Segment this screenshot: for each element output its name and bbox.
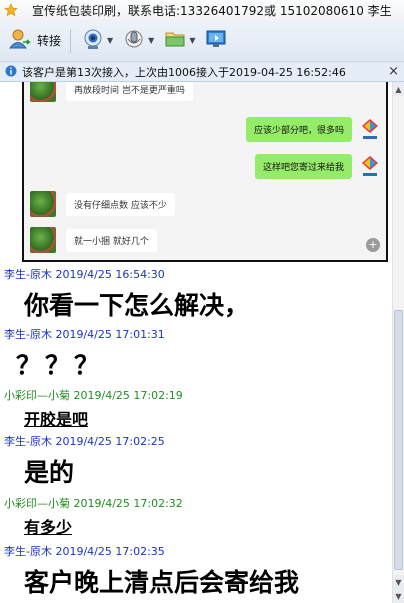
avatar	[30, 82, 56, 102]
message-bubble: 就一小捆 就好几个	[66, 228, 157, 252]
message-text: 你看一下怎么解决，	[24, 291, 250, 320]
embedded-message: 没有仔细点数 应该不少	[30, 191, 175, 217]
screen-share-button[interactable]	[202, 27, 230, 55]
message-time: 2019/4/25 17:02:25	[55, 435, 165, 448]
star-icon	[4, 3, 18, 17]
chat-message: 李生-原木 2019/4/25 16:54:30 你看一下怎么解决，	[0, 266, 392, 322]
transfer-label: 转接	[37, 34, 62, 48]
message-bubble: 没有仔细点数 应该不少	[66, 192, 175, 216]
scroll-down-icon[interactable]: ▼	[393, 575, 404, 589]
chat-message: 李生-原木 2019/4/25 17:02:35 客户晚上清点后会寄给我	[0, 543, 392, 599]
embedded-message: 就一小捆 就好几个	[30, 227, 157, 253]
message-time: 2019/4/25 17:01:31	[55, 328, 165, 341]
scroll-thumb[interactable]	[394, 310, 403, 570]
message-bubble: 这样吧您寄过来给我	[254, 153, 352, 179]
message-time: 2019/4/25 17:02:19	[73, 389, 183, 402]
message-text: 开胶是吧	[24, 410, 89, 429]
message-time: 2019/4/25 17:02:35	[55, 545, 165, 558]
zoom-icon[interactable]: +	[366, 238, 380, 252]
window-title: 宣传纸包装印刷，联系电话:13326401792或 15102080610 李生	[32, 3, 392, 18]
avatar	[30, 191, 56, 217]
sender-name: 李生-原木	[4, 435, 52, 448]
chevron-down-icon[interactable]: ▼	[148, 36, 154, 45]
chat-scrollbar[interactable]: ▲ ▼ ▼	[392, 82, 404, 603]
sender-name: 李生-原木	[4, 545, 52, 558]
sender-name: 小彩印—小菊	[4, 389, 70, 402]
chat-message: 小彩印—小菊 2019/4/25 17:02:19 开胶是吧	[0, 387, 392, 430]
message-header: 李生-原木 2019/4/25 17:02:25	[0, 433, 392, 449]
embedded-message: 再放段时间 岂不是更严重吗	[30, 82, 193, 102]
audio-button[interactable]: ▼	[120, 27, 161, 55]
message-header: 李生-原木 2019/4/25 17:01:31	[0, 326, 392, 342]
embedded-message: 这样吧您寄过来给我	[254, 153, 382, 179]
chat-message: 李生-原木 2019/4/25 17:01:31 ？？？	[0, 326, 392, 382]
avatar	[30, 227, 56, 253]
chat-message: 李生-原木 2019/4/25 17:02:25 是的	[0, 433, 392, 489]
message-time: 2019/4/25 16:54:30	[55, 268, 165, 281]
toolbar-separator	[70, 28, 72, 53]
close-icon[interactable]: ×	[388, 64, 399, 79]
logo-icon	[358, 116, 382, 142]
embedded-message: 应该少部分吧，很多吗	[245, 116, 382, 142]
screen-icon	[205, 28, 227, 54]
message-text: ？？？	[16, 351, 104, 380]
chevron-down-icon[interactable]: ▼	[107, 36, 113, 45]
file-button[interactable]: ▼	[161, 27, 202, 55]
webcam-icon	[82, 28, 104, 54]
info-text: 该客户是第13次接入，上次由1006接入于2019-04-25 16:52:46	[22, 65, 346, 79]
video-button[interactable]: ▼	[79, 27, 120, 55]
message-text: 有多少	[24, 518, 73, 537]
message-header: 李生-原木 2019/4/25 16:54:30	[0, 266, 392, 282]
customer-info-bar: 该客户是第13次接入，上次由1006接入于2019-04-25 16:52:46…	[0, 62, 404, 82]
sender-name: 李生-原木	[4, 268, 52, 281]
chevron-down-icon[interactable]: ▼	[189, 36, 195, 45]
microphone-icon	[123, 28, 145, 54]
message-bubble: 应该少部分吧，很多吗	[245, 116, 352, 142]
message-text: 是的	[24, 458, 75, 487]
logo-icon	[358, 153, 382, 179]
info-icon	[5, 62, 17, 81]
chat-message: 小彩印—小菊 2019/4/25 17:02:32 有多少	[0, 495, 392, 538]
user-transfer-icon	[9, 28, 31, 54]
chat-window: 宣传纸包装印刷，联系电话:13326401792或 15102080610 李生…	[0, 0, 404, 603]
scroll-up-icon[interactable]: ▲	[393, 82, 404, 96]
message-header: 李生-原木 2019/4/25 17:02:35	[0, 543, 392, 559]
message-time: 2019/4/25 17:02:32	[73, 497, 183, 510]
sender-name: 李生-原木	[4, 328, 52, 341]
folder-icon	[164, 28, 186, 54]
scroll-bottom-icon[interactable]: ▼	[393, 589, 404, 603]
message-text: 客户晚上清点后会寄给我	[24, 568, 300, 597]
sender-name: 小彩印—小菊	[4, 497, 70, 510]
transfer-button[interactable]: 转接	[6, 27, 64, 55]
toolbar: 转接 ▼ ▼ ▼	[0, 20, 404, 62]
title-bar: 宣传纸包装印刷，联系电话:13326401792或 15102080610 李生	[0, 0, 404, 20]
embedded-screenshot[interactable]: 再放段时间 岂不是更严重吗 应该少部分吧，很多吗 这样吧您寄过来给我 没有仔细点…	[22, 82, 388, 262]
message-header: 小彩印—小菊 2019/4/25 17:02:32	[0, 495, 392, 511]
message-header: 小彩印—小菊 2019/4/25 17:02:19	[0, 387, 392, 403]
message-bubble: 再放段时间 岂不是更严重吗	[66, 82, 193, 101]
chat-history: 再放段时间 岂不是更严重吗 应该少部分吧，很多吗 这样吧您寄过来给我 没有仔细点…	[0, 82, 392, 603]
